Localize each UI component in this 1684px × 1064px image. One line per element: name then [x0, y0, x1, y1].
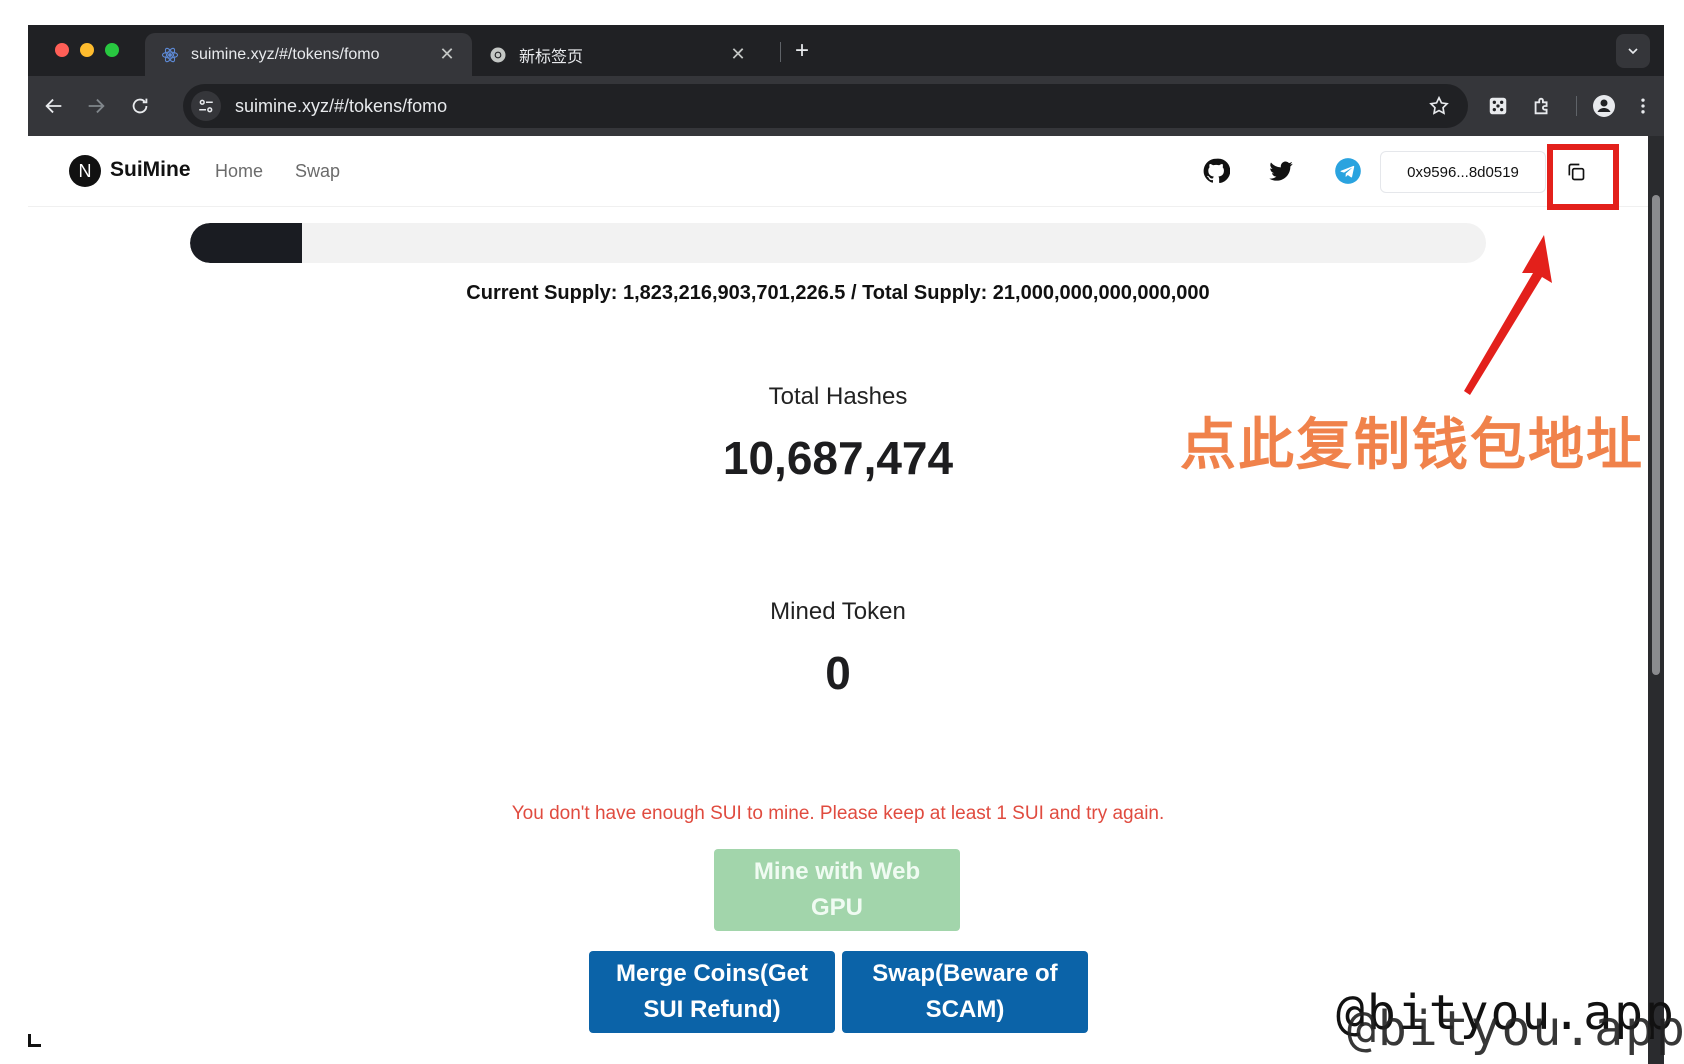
new-tab-button[interactable]: +: [788, 37, 816, 65]
puzzle-icon: [1534, 97, 1548, 115]
tab-suimine[interactable]: suimine.xyz/#/tokens/fomo ✕: [145, 33, 472, 76]
dice-extension-icon: [1489, 97, 1507, 115]
site-navbar: N SuiMine Home Swap 0x9596...8d0519: [28, 136, 1648, 210]
browser-toolbar: suimine.xyz/#/tokens/fomo: [28, 76, 1664, 136]
nav-link-home[interactable]: Home: [215, 161, 263, 182]
telegram-icon[interactable]: [1333, 156, 1363, 186]
brand-name[interactable]: SuiMine: [110, 158, 191, 182]
nav-link-swap[interactable]: Swap: [295, 161, 340, 182]
annotation-highlight-box: [1547, 144, 1619, 210]
bookmark-star-icon[interactable]: [1424, 91, 1454, 121]
page-content: N SuiMine Home Swap 0x9596...8d0519 Curr…: [28, 136, 1648, 1064]
close-window-button[interactable]: [55, 43, 69, 57]
twitter-icon[interactable]: [1266, 156, 1296, 186]
reload-icon: [132, 98, 148, 114]
profile-icon: [1593, 95, 1615, 117]
watermark-text-shadow: @bityou.app: [1347, 1001, 1684, 1057]
supply-text: Current Supply: 1,823,216,903,701,226.5 …: [466, 282, 1210, 304]
browser-window: suimine.xyz/#/tokens/fomo ✕ 新标签页 ✕ + sui…: [28, 25, 1664, 1064]
supply-progress-fill: [190, 223, 303, 263]
github-icon[interactable]: [1201, 156, 1231, 186]
tab-strip: suimine.xyz/#/tokens/fomo ✕ 新标签页 ✕ +: [28, 25, 1664, 76]
chevron-down-icon: [1628, 48, 1638, 55]
profile-button[interactable]: [1588, 90, 1620, 122]
tab-title: suimine.xyz/#/tokens/fomo: [191, 45, 380, 63]
tab-separator: [780, 42, 781, 62]
insufficient-sui-warning: You don't have enough SUI to mine. Pleas…: [511, 803, 1165, 824]
url-text[interactable]: suimine.xyz/#/tokens/fomo: [235, 96, 1424, 117]
swap-button[interactable]: Swap(Beware of SCAM): [842, 951, 1088, 1033]
annotation-arrow-icon: [1464, 235, 1552, 395]
close-tab-icon[interactable]: ✕: [727, 44, 749, 66]
extensions-menu-button[interactable]: [1526, 90, 1558, 122]
chrome-icon: [489, 46, 507, 64]
minimize-window-button[interactable]: [80, 43, 94, 57]
chrome-menu-button[interactable]: [1627, 90, 1659, 122]
mined-token-value: 0: [825, 647, 851, 699]
reload-button[interactable]: [124, 90, 156, 122]
forward-button[interactable]: [80, 90, 112, 122]
tab-title: 新标签页: [519, 48, 584, 66]
mine-with-webgpu-button[interactable]: Mine with Web GPU: [714, 849, 960, 931]
annotation-text: 点此复制钱包地址: [1180, 413, 1644, 478]
maximize-window-button[interactable]: [105, 43, 119, 57]
corner-mark: [28, 1034, 41, 1047]
scrollbar-thumb[interactable]: [1652, 195, 1660, 675]
site-settings-icon[interactable]: [191, 91, 221, 121]
site-logo[interactable]: N: [69, 155, 101, 187]
address-bar[interactable]: suimine.xyz/#/tokens/fomo: [183, 84, 1468, 128]
supply-progress-bar: [190, 223, 1486, 263]
mined-token-label: Mined Token: [770, 598, 906, 625]
wallet-address-button[interactable]: 0x9596...8d0519: [1380, 151, 1546, 193]
merge-coins-button[interactable]: Merge Coins(Get SUI Refund): [589, 951, 835, 1033]
react-icon: [161, 46, 179, 64]
toolbar-separator: [1576, 96, 1577, 116]
arrow-right-icon: [88, 98, 105, 114]
tab-search-button[interactable]: [1616, 34, 1650, 68]
close-tab-icon[interactable]: ✕: [436, 44, 458, 66]
back-button[interactable]: [38, 90, 70, 122]
tab-new-tab[interactable]: 新标签页 ✕: [473, 33, 763, 76]
more-vertical-icon: [1641, 98, 1645, 114]
extension-button[interactable]: [1482, 90, 1514, 122]
arrow-left-icon: [45, 98, 62, 114]
